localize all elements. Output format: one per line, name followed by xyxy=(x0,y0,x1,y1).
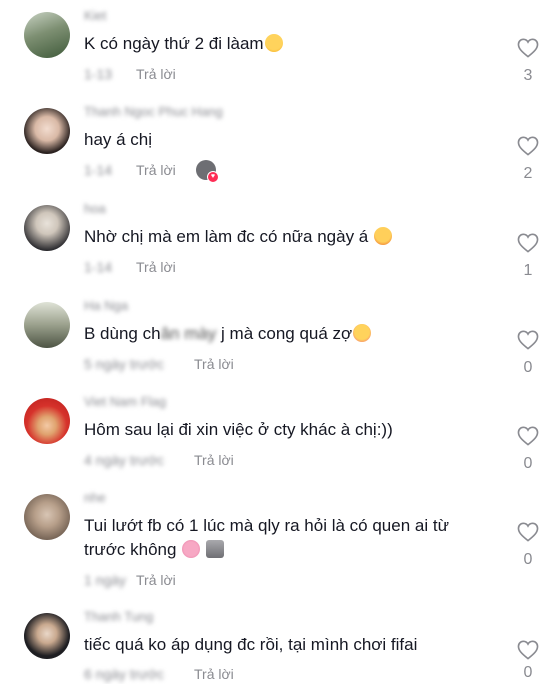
comment-username[interactable]: Kiet xyxy=(84,8,106,23)
heart-icon xyxy=(517,38,539,58)
comment-text: tiếc quá ko áp dụng đc rồi, tại mình chơ… xyxy=(84,633,484,657)
comment-username[interactable]: hoa xyxy=(84,201,106,216)
comment-meta: 6 ngày trước Trả lời xyxy=(84,666,234,684)
like-count: 1 xyxy=(523,262,533,279)
heart-icon xyxy=(517,330,539,350)
comment-text-content: Hôm sau lại đi xin việc ở cty khác à chị… xyxy=(84,420,393,439)
comment-meta: 5 ngày trước Trả lời xyxy=(84,356,234,374)
like-count: 3 xyxy=(523,67,533,84)
comment-meta: 1-14 Trả lời xyxy=(84,259,176,277)
reply-button[interactable]: Trả lời xyxy=(136,572,176,588)
moai-emoji-icon xyxy=(205,540,224,558)
avatar[interactable] xyxy=(24,108,70,154)
like-count: 2 xyxy=(523,165,533,182)
like-button[interactable]: 0 xyxy=(515,640,541,682)
blurred-word: ân mày xyxy=(160,324,217,343)
comment-text-content: Nhờ chị mà em làm đc có nữa ngày á xyxy=(84,227,369,246)
avatar[interactable] xyxy=(24,205,70,251)
smiling-hearts-emoji-icon xyxy=(353,324,372,342)
heart-icon xyxy=(517,640,539,660)
comment-text: Tui lướt fb có 1 lúc mà qly ra hỏi là có… xyxy=(84,514,484,562)
heart-badge-icon: ♥ xyxy=(207,171,219,183)
like-button[interactable]: 0 xyxy=(515,522,541,569)
comment-text-content: Tui lướt fb có 1 lúc mà qly ra hỏi là có… xyxy=(84,516,449,559)
comment-meta: 4 ngày trước Trả lời xyxy=(84,452,234,470)
reply-button[interactable]: Trả lời xyxy=(194,452,234,468)
avatar[interactable] xyxy=(24,302,70,348)
comment-meta: 1-14 Trả lời ♥ xyxy=(84,160,219,183)
comment-text-content: j mà cong quá zợ xyxy=(216,324,353,343)
comment-date: 1 ngày xyxy=(84,572,127,588)
pig-emoji-icon xyxy=(182,540,201,558)
comment-text: hay á chị xyxy=(84,128,484,152)
reply-button[interactable]: Trả lời xyxy=(136,162,176,178)
like-count: 0 xyxy=(523,359,533,376)
comment-date: 5 ngày trước xyxy=(84,356,165,372)
comment-text-content: tiếc quá ko áp dụng đc rồi, tại mình chơ… xyxy=(84,635,418,654)
comment-text: Nhờ chị mà em làm đc có nữa ngày á xyxy=(84,225,484,249)
like-button[interactable]: 1 xyxy=(515,233,541,280)
like-button[interactable]: 2 xyxy=(515,136,541,183)
reply-button[interactable]: Trả lời xyxy=(194,356,234,372)
comment-text: Hôm sau lại đi xin việc ở cty khác à chị… xyxy=(84,418,484,442)
avatar[interactable] xyxy=(24,613,70,659)
like-count: 0 xyxy=(523,664,533,681)
comment-meta: 1 ngày Trả lời xyxy=(84,572,176,590)
reply-button[interactable]: Trả lời xyxy=(136,66,176,82)
like-count: 0 xyxy=(523,551,533,568)
comment-date: 6 ngày trước xyxy=(84,666,165,682)
heart-icon xyxy=(517,136,539,156)
heart-icon xyxy=(517,426,539,446)
comment-text-content: K có ngày thứ 2 đi làam xyxy=(84,34,264,53)
avatar[interactable] xyxy=(24,12,70,58)
comment-text: K có ngày thứ 2 đi làam xyxy=(84,32,484,56)
heart-icon xyxy=(517,522,539,542)
comment-username[interactable]: nhe xyxy=(84,490,106,505)
comment-username[interactable]: Thanh Tung xyxy=(84,609,153,624)
avatar[interactable] xyxy=(24,398,70,444)
comment-username[interactable]: Ha Nga xyxy=(84,298,128,313)
like-button[interactable]: 0 xyxy=(515,330,541,377)
comment-text: B dùng chân mày j mà cong quá zợ xyxy=(84,322,484,346)
like-count: 0 xyxy=(523,455,533,472)
comment-date: 1-14 xyxy=(84,259,113,275)
hot-face-emoji-icon xyxy=(374,227,392,245)
reply-button[interactable]: Trả lời xyxy=(194,666,234,682)
like-button[interactable]: 0 xyxy=(515,426,541,473)
comment-username[interactable]: Thanh Ngoc Phuc Hang xyxy=(84,104,223,119)
heart-icon xyxy=(517,233,539,253)
comment-date: 1-14 xyxy=(84,162,113,178)
reply-button[interactable]: Trả lời xyxy=(136,259,176,275)
comment-username[interactable]: Viet Nam Flag xyxy=(84,394,166,409)
comment-text-content: B dùng ch xyxy=(84,324,161,343)
comment-date: 4 ngày trước xyxy=(84,452,165,468)
avatar[interactable] xyxy=(24,494,70,540)
comment-meta: 1-13 Trả lời xyxy=(84,66,176,84)
creator-liked-avatar: ♥ xyxy=(196,160,219,183)
comment-date: 1-13 xyxy=(84,66,113,82)
like-button[interactable]: 3 xyxy=(515,38,541,85)
laughing-emoji-icon xyxy=(264,34,283,52)
comment-text-content: hay á chị xyxy=(84,130,153,149)
